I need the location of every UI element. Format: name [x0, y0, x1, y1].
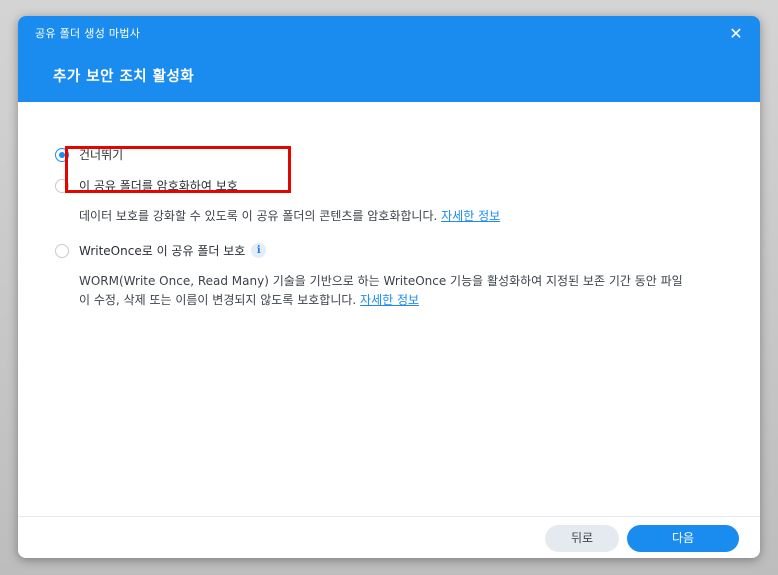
writeonce-learn-more-link[interactable]: 자세한 정보	[360, 293, 419, 307]
wizard-dialog: 공유 폴더 생성 마법사 ✕ 추가 보안 조치 활성화 건너뛰기 이 공유 폴더…	[18, 16, 760, 558]
option-writeonce[interactable]: WriteOnce로 이 공유 폴더 보호 i	[55, 242, 267, 259]
info-icon[interactable]: i	[251, 243, 267, 258]
window-title: 공유 폴더 생성 마법사	[35, 27, 141, 40]
screen-frame: 공유 폴더 생성 마법사 ✕ 추가 보안 조치 활성화 건너뛰기 이 공유 폴더…	[0, 0, 778, 575]
dialog-footer: 뒤로 다음	[18, 516, 760, 558]
close-icon[interactable]: ✕	[726, 24, 746, 44]
option-writeonce-description: WORM(Write Once, Read Many) 기술을 기반으로 하는 …	[79, 272, 729, 310]
writeonce-description-line1: WORM(Write Once, Read Many) 기술을 기반으로 하는 …	[79, 274, 683, 288]
highlight-box	[65, 146, 291, 193]
radio-writeonce[interactable]	[55, 243, 69, 258]
dialog-content: 건너뛰기 이 공유 폴더를 암호화하여 보호 데이터 보호를 강화할 수 있도록…	[18, 102, 760, 516]
encrypt-description-text: 데이터 보호를 강화할 수 있도록 이 공유 폴더의 콘텐츠를 암호화합니다.	[79, 209, 438, 223]
option-encrypt-description: 데이터 보호를 강화할 수 있도록 이 공유 폴더의 콘텐츠를 암호화합니다. …	[79, 207, 729, 226]
encrypt-learn-more-link[interactable]: 자세한 정보	[441, 209, 500, 223]
option-writeonce-label: WriteOnce로 이 공유 폴더 보호	[79, 244, 246, 258]
next-button[interactable]: 다음	[627, 525, 739, 552]
writeonce-description-line2-row: 이 수정, 삭제 또는 이름이 변경되지 않도록 보호합니다. 자세한 정보	[79, 291, 729, 310]
dialog-header: 공유 폴더 생성 마법사 ✕ 추가 보안 조치 활성화	[18, 16, 760, 102]
writeonce-description-line2: 이 수정, 삭제 또는 이름이 변경되지 않도록 보호합니다.	[79, 293, 357, 307]
step-title: 추가 보안 조치 활성화	[53, 69, 195, 85]
back-button[interactable]: 뒤로	[545, 525, 619, 552]
